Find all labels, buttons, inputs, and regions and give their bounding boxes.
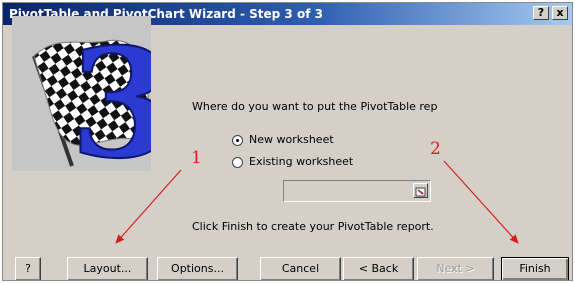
- annotation-arrows: [115, 160, 519, 244]
- annotation-1: 1: [191, 148, 202, 168]
- arrow-to-layout: [115, 169, 182, 244]
- arrow-to-finish: [443, 160, 519, 244]
- annotation-2: 2: [430, 139, 441, 159]
